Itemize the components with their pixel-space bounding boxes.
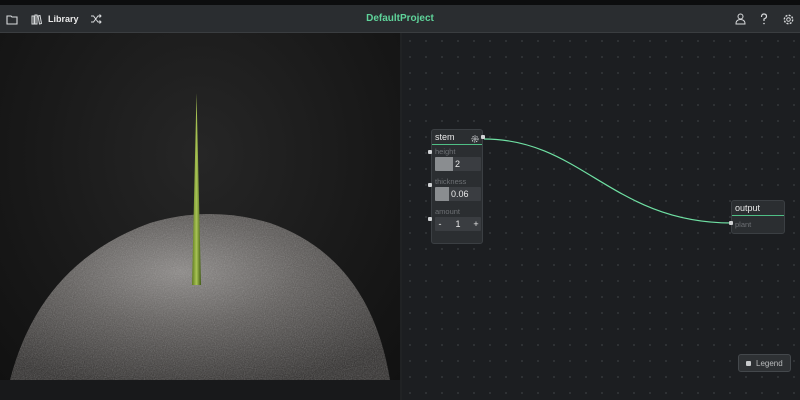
- thickness-value: 0.06: [451, 189, 469, 199]
- settings-icon[interactable]: [781, 12, 795, 26]
- height-label: height: [435, 147, 456, 156]
- user-icon[interactable]: [733, 12, 747, 26]
- thickness-input[interactable]: 0.06: [435, 187, 481, 201]
- plant-input-port[interactable]: [729, 221, 733, 225]
- top-bar-right: [733, 5, 795, 33]
- legend-button[interactable]: Legend: [738, 354, 791, 372]
- library-label: Library: [48, 14, 79, 24]
- height-input-port[interactable]: [428, 150, 432, 154]
- amount-increment-button[interactable]: +: [471, 219, 481, 229]
- gear-icon[interactable]: [471, 128, 479, 147]
- help-icon[interactable]: [757, 12, 771, 26]
- stem-node[interactable]: stem height 2 thickness 0.06 amount - 1: [431, 129, 483, 244]
- legend-checkbox-icon: [746, 360, 751, 366]
- stem-node-header[interactable]: stem: [432, 130, 482, 145]
- height-param: height 2: [432, 147, 482, 171]
- thickness-param: thickness 0.06: [432, 177, 482, 201]
- stem-node-title: stem: [435, 132, 455, 142]
- viewport-scene: [10, 93, 390, 380]
- library-icon: [29, 12, 43, 26]
- output-node-title: output: [735, 203, 761, 213]
- output-node[interactable]: output plant: [731, 200, 785, 234]
- project-title: DefaultProject: [366, 13, 434, 24]
- height-slider-fill: [435, 157, 453, 171]
- output-input-label: plant: [735, 220, 752, 229]
- amount-input-port[interactable]: [428, 217, 432, 221]
- height-input[interactable]: 2: [435, 157, 481, 171]
- folder-icon[interactable]: [5, 12, 19, 26]
- 3d-viewport[interactable]: [0, 33, 400, 380]
- grass-stem: [192, 93, 201, 285]
- library-button[interactable]: Library: [29, 12, 79, 26]
- viewport-bottom-strip: [0, 380, 400, 400]
- height-value: 2: [455, 159, 461, 169]
- amount-stepper[interactable]: - 1 +: [435, 217, 481, 231]
- top-bar: Library DefaultProject: [0, 5, 800, 33]
- thickness-input-port[interactable]: [428, 183, 432, 187]
- node-graph-editor[interactable]: stem height 2 thickness 0.06 amount - 1: [402, 33, 800, 400]
- shuffle-icon[interactable]: [89, 12, 103, 26]
- top-bar-left: Library: [5, 5, 103, 33]
- stem-output-port[interactable]: [481, 135, 485, 139]
- output-node-header[interactable]: output: [732, 201, 784, 216]
- amount-param: amount - 1 +: [432, 207, 482, 231]
- edge-stem-to-output[interactable]: [483, 138, 733, 224]
- thickness-label: thickness: [435, 177, 467, 186]
- amount-value: 1: [455, 219, 461, 229]
- amount-decrement-button[interactable]: -: [435, 219, 445, 229]
- amount-label: amount: [435, 207, 461, 216]
- legend-label: Legend: [756, 358, 783, 368]
- thickness-slider-fill: [435, 187, 449, 201]
- rock-texture: [10, 214, 390, 380]
